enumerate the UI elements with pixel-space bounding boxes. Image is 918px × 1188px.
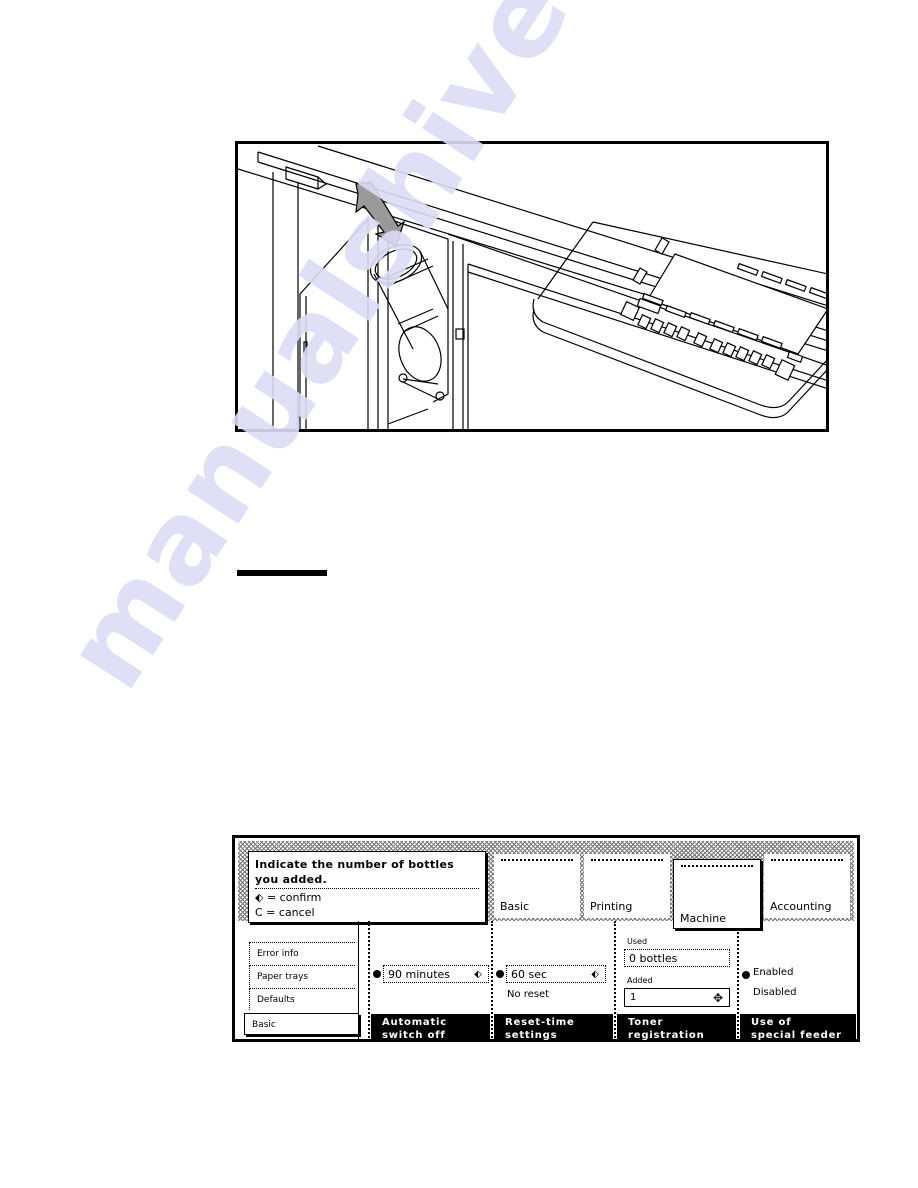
setting-heading[interactable]: Use of special feeder (740, 1014, 856, 1042)
used-label: Used (627, 937, 648, 946)
tab-label: Printing (590, 900, 633, 913)
tab-basic[interactable]: Basic (494, 854, 580, 918)
selected-bullet-icon (742, 971, 750, 979)
nav-item-error-info[interactable]: Error info (249, 942, 355, 964)
setting-special-feeder: Enabled Disabled Use of special feeder (737, 921, 856, 1042)
heading-line: switch off (382, 1030, 446, 1041)
message-divider (255, 888, 479, 889)
added-label: Added (627, 976, 653, 985)
copier-drawing (238, 145, 826, 429)
tab-machine[interactable]: Machine (673, 859, 761, 929)
selected-bullet-icon (373, 970, 381, 978)
nav-item-basic-selected[interactable]: Basic (244, 1013, 359, 1035)
used-value-field: 0 bottles (624, 949, 730, 967)
reset-time-value: 60 sec (511, 968, 548, 981)
instruction-message: Indicate the number of bottles you added… (248, 851, 486, 923)
added-value-input[interactable]: 1 ✥ (624, 988, 730, 1007)
confirm-hint: ⬖ = confirm (255, 891, 322, 904)
nav-item-paper-trays[interactable]: Paper trays (249, 965, 355, 987)
four-way-arrows-icon[interactable]: ✥ (713, 989, 723, 1007)
added-value: 1 (630, 992, 637, 1003)
heading-line: Reset-time (505, 1017, 575, 1028)
setting-automatic-switch-off: 90 minutes ⬖ Automatic switch off (368, 921, 490, 1042)
reset-time-value-field[interactable]: 60 sec ⬖ (506, 965, 606, 983)
option-enabled[interactable]: Enabled (753, 967, 793, 978)
setting-reset-time: 60 sec ⬖ No reset Reset-time settings (491, 921, 613, 1042)
spin-arrows-icon[interactable]: ⬖ (591, 966, 599, 984)
heading-line: Use of (751, 1017, 792, 1028)
switch-off-value: 90 minutes (388, 968, 451, 981)
setting-heading[interactable]: Automatic switch off (371, 1014, 490, 1042)
selected-bullet-icon (496, 970, 504, 978)
toner-insertion-illustration (235, 141, 829, 432)
switch-off-value-field[interactable]: 90 minutes ⬖ (383, 965, 489, 983)
control-panel-screen: Indicate the number of bottles you added… (232, 835, 860, 1042)
heading-line: Automatic (382, 1017, 448, 1028)
message-title: Indicate the number of bottles you added… (255, 858, 455, 886)
tab-label: Machine (680, 912, 727, 925)
cancel-hint: C = cancel (255, 906, 315, 919)
tab-accounting[interactable]: Accounting (764, 854, 850, 918)
spin-arrows-icon[interactable]: ⬖ (474, 966, 482, 984)
heading-line: registration (628, 1030, 705, 1041)
used-value: 0 bottles (629, 952, 678, 965)
tab-label: Accounting (770, 900, 832, 913)
tab-printing[interactable]: Printing (584, 854, 670, 918)
left-nav: Error info Paper trays Defaults Basic (238, 921, 359, 1042)
no-reset-option[interactable]: No reset (507, 989, 549, 1000)
heading-line: Toner (628, 1017, 664, 1028)
setting-heading[interactable]: Reset-time settings (494, 1014, 613, 1042)
setting-toner-registration: Used 0 bottles Added 1 ✥ Toner registrat… (614, 921, 736, 1042)
heading-line: special feeder (751, 1030, 842, 1041)
heading-line: settings (505, 1030, 558, 1041)
setting-heading[interactable]: Toner registration (617, 1014, 736, 1042)
tab-label: Basic (500, 900, 530, 913)
nav-item-defaults[interactable]: Defaults (249, 988, 355, 1010)
option-disabled[interactable]: Disabled (753, 987, 796, 998)
section-rule (237, 570, 327, 576)
